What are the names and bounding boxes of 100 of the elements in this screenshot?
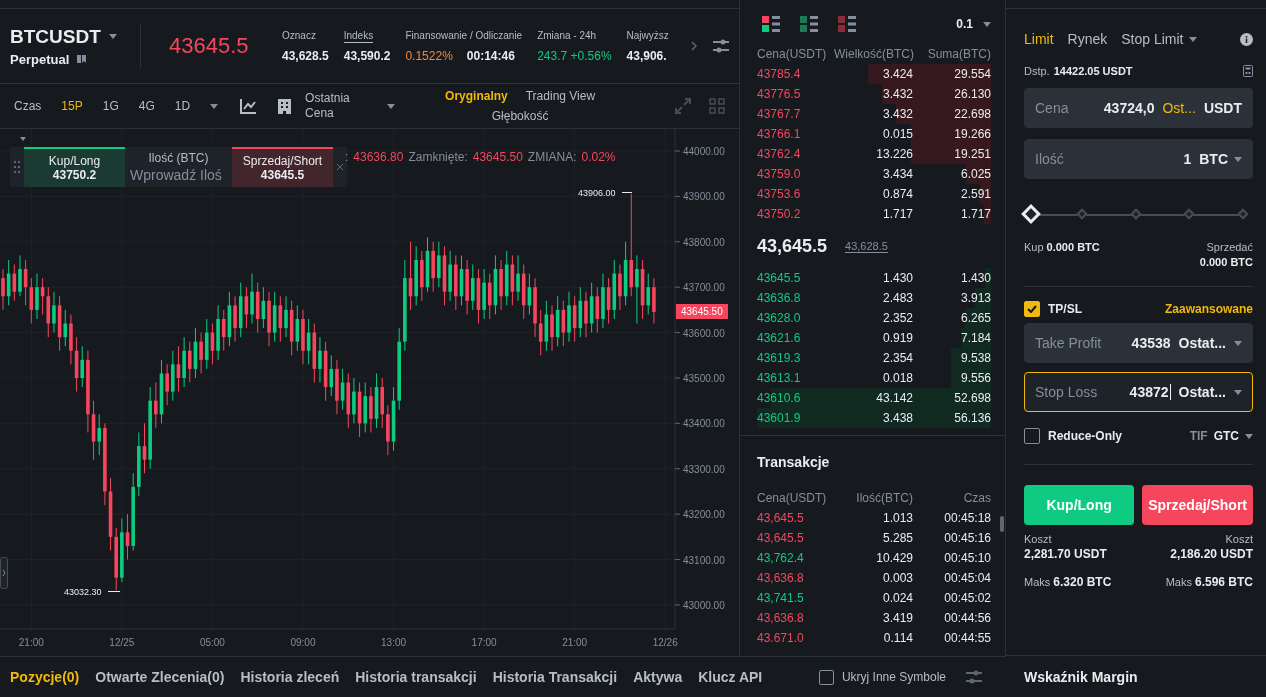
chevron-right-icon[interactable] — [691, 41, 697, 51]
order-row[interactable]: 43776.5 3.432 26.130 — [757, 84, 991, 104]
close-icon[interactable] — [337, 164, 343, 170]
order-row[interactable]: 43759.0 3.434 6.025 — [757, 164, 991, 184]
order-size: 1.717 — [881, 207, 913, 221]
trade-size: 0.024 — [881, 591, 913, 605]
positions-tab[interactable]: Otwarte Zlecenia(0) — [95, 669, 225, 685]
low-marker-label: 43032.30 — [64, 587, 102, 597]
view-tab[interactable]: Głębokość — [491, 109, 549, 123]
interval-tab[interactable]: 4G — [138, 99, 155, 113]
candlestick — [329, 354, 334, 397]
positions-tab[interactable]: Historia transakcji — [355, 669, 477, 685]
side-panel-toggle-icon[interactable] — [0, 557, 8, 589]
precision-select[interactable]: 0.1 — [956, 17, 973, 31]
order-type-tab[interactable]: Stop Limit — [1121, 31, 1197, 47]
column-header: Suma(BTC) — [926, 47, 991, 61]
positions-tab[interactable]: Historia Transakcji — [492, 669, 618, 685]
order-price: 43628.0 — [757, 311, 802, 325]
settings-icon[interactable] — [713, 39, 729, 53]
candlestick — [584, 291, 588, 338]
order-sum: 1.717 — [959, 207, 991, 221]
trigger-price-field[interactable]: Stop Loss 43872 Ostat... — [1024, 372, 1253, 412]
ohlc-value: 43645.50 — [472, 150, 523, 164]
order-row[interactable]: 43645.5 1.430 1.430 — [757, 268, 991, 288]
column-header: Ilość(BTC) — [855, 491, 913, 505]
filter-settings-icon[interactable] — [966, 670, 982, 684]
chart-indicator-icon[interactable] — [240, 98, 257, 114]
order-row[interactable]: 43636.8 2.483 3.913 — [757, 288, 991, 308]
order-row[interactable]: 43628.0 2.352 6.265 — [757, 308, 991, 328]
order-row[interactable]: 43613.1 0.018 9.556 — [757, 368, 991, 388]
order-row[interactable]: 43753.6 0.874 2.591 — [757, 184, 991, 204]
trade-price: 43,636.8 — [757, 611, 805, 625]
calculator-icon[interactable] — [1243, 65, 1253, 77]
collapse-caret-icon[interactable] — [20, 137, 26, 141]
tif-select[interactable]: GTC — [1213, 429, 1239, 443]
order-price: 43776.5 — [757, 87, 802, 101]
quantity-field[interactable]: Ilość 1 BTC — [1024, 139, 1253, 179]
quantity-input[interactable]: Wprowadź Iloś — [130, 167, 227, 183]
candlestick — [550, 304, 554, 352]
order-row[interactable]: 43621.6 0.919 7.184 — [757, 328, 991, 348]
positions-tab[interactable]: Historia zleceń — [240, 669, 340, 685]
trade-price: 43,645.5 — [757, 531, 805, 545]
tpsl-checkbox[interactable] — [1024, 301, 1040, 317]
order-sum: 52.698 — [953, 391, 991, 405]
column-header: Cena(USDT) — [757, 491, 828, 505]
stat-label: Indeks — [343, 29, 374, 43]
view-tab[interactable]: Oryginalny — [445, 89, 508, 103]
reduce-only-checkbox[interactable] — [1024, 428, 1040, 444]
stat-value: 43,628.5 — [282, 48, 329, 63]
cost-label: Koszt — [1225, 533, 1253, 545]
order-sum: 1.430 — [959, 271, 991, 285]
tab-caret-icon — [1188, 36, 1197, 42]
building-icon[interactable] — [278, 98, 292, 114]
advanced-link[interactable]: Zaawansowane — [1164, 302, 1253, 316]
order-row[interactable]: 43610.6 43.142 52.698 — [757, 388, 991, 408]
order-sum: 22.698 — [953, 107, 991, 121]
leader-line — [621, 192, 633, 193]
quick-sell-button[interactable]: Sprzedaj/Short 43645.5 — [232, 147, 333, 187]
order-row[interactable]: 43767.7 3.432 22.698 — [757, 104, 991, 124]
view-tab[interactable]: Trading View — [525, 89, 596, 103]
interval-tab[interactable]: 1D — [174, 99, 191, 113]
order-type-tab[interactable]: Limit — [1024, 31, 1054, 47]
order-row[interactable]: 43750.2 1.717 1.717 — [757, 204, 991, 224]
price-field[interactable]: Cena 43724,0 Ost... USDT — [1024, 88, 1253, 128]
info-icon[interactable] — [1240, 32, 1253, 46]
stat-value: 43,590.2 — [343, 48, 391, 63]
interval-tab[interactable]: 1G — [102, 99, 119, 113]
candlestick — [369, 386, 373, 433]
quick-buy-button[interactable]: Kup/Long 43750.2 — [24, 147, 125, 187]
price-axis-label: 43300.00 — [683, 463, 725, 475]
source-caret-icon — [1234, 340, 1242, 346]
drag-handle-icon[interactable] — [14, 161, 20, 173]
order-price: 43636.8 — [757, 291, 802, 305]
order-row[interactable]: 43785.4 3.424 29.554 — [757, 64, 991, 84]
order-row[interactable]: 43766.1 0.015 19.266 — [757, 124, 991, 144]
trade-size: 0.003 — [881, 571, 913, 585]
hide-symbols-checkbox[interactable] — [818, 669, 834, 685]
book-layout-both-icon[interactable] — [762, 16, 780, 32]
price-source-select[interactable]: Ostatnia Cena — [305, 91, 370, 121]
positions-tab[interactable]: Klucz API — [698, 669, 763, 685]
symbol-name: BTCUSDT — [10, 25, 101, 48]
trade-price: 43.671.0 — [757, 631, 805, 645]
time-axis-label: 12/26 — [652, 637, 678, 648]
order-row[interactable]: 43619.3 2.354 9.538 — [757, 348, 991, 368]
positions-tab[interactable]: Pozycje(0) — [10, 669, 80, 685]
trigger-price-field[interactable]: Take Profit 43538 Ostat... — [1024, 323, 1253, 363]
trade-price: 43,636.8 — [757, 571, 805, 585]
sell-amount-label: Sprzedać — [1206, 241, 1253, 253]
scrollbar[interactable] — [1000, 516, 1004, 532]
interval-tab[interactable]: 15P — [61, 99, 83, 113]
order-type-tab[interactable]: Rynek — [1067, 31, 1108, 47]
book-layout-asks-icon[interactable] — [838, 16, 856, 32]
checkmark-icon — [1027, 305, 1037, 313]
order-row[interactable]: 43762.4 13.226 19.251 — [757, 144, 991, 164]
order-row[interactable]: 43601.9 3.438 56.136 — [757, 408, 991, 428]
candlestick — [470, 264, 475, 311]
sell-short-button[interactable]: Sprzedaj/Short — [1142, 485, 1253, 525]
book-layout-bids-icon[interactable] — [800, 16, 818, 32]
positions-tab[interactable]: Aktywa — [633, 669, 683, 685]
column-header: Cena(USDT) — [757, 47, 828, 61]
